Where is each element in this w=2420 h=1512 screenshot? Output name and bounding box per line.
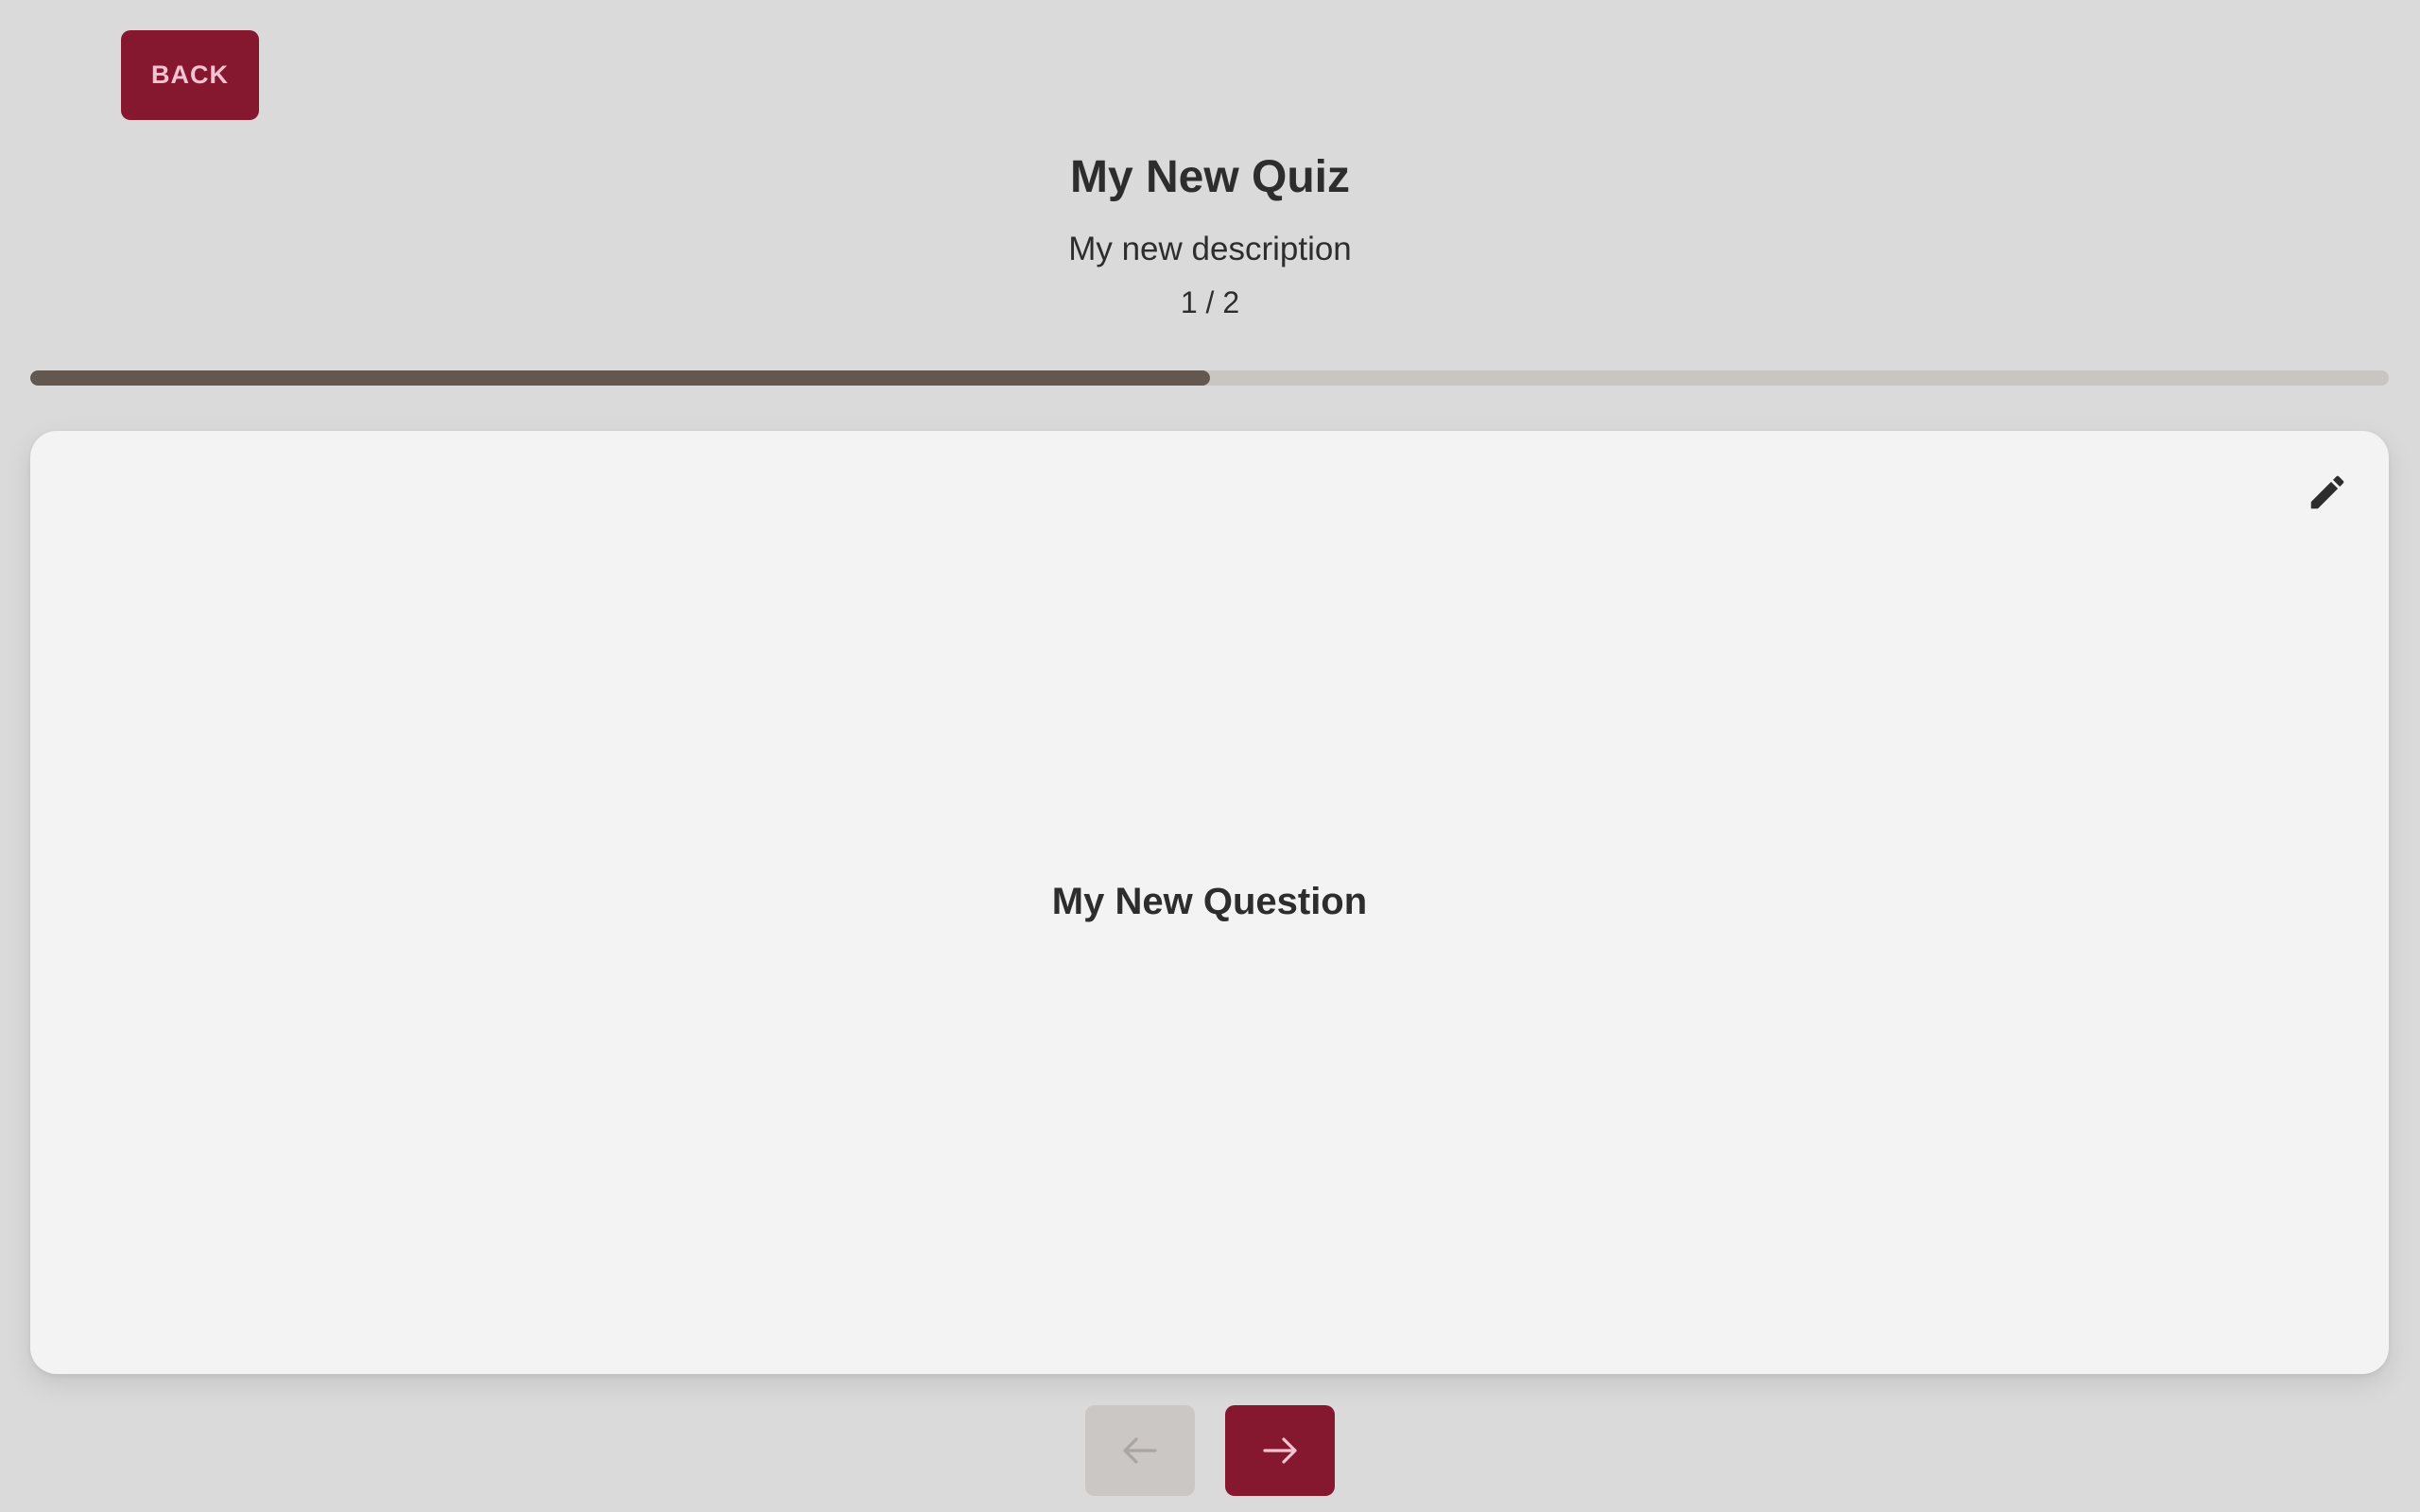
quiz-description: My new description xyxy=(1068,231,1352,267)
progress-bar xyxy=(30,370,2389,386)
question-text: My New Question xyxy=(1051,881,1368,922)
question-counter: 1 / 2 xyxy=(1180,285,1240,319)
arrow-left-icon xyxy=(1123,1437,1157,1464)
pencil-icon xyxy=(2310,475,2344,509)
previous-question-button[interactable] xyxy=(1085,1405,1195,1496)
arrow-right-icon xyxy=(1263,1437,1297,1464)
quiz-page: BACK My New Quiz My new description 1 / … xyxy=(0,0,2420,1512)
progress-bar-fill xyxy=(30,370,1210,386)
quiz-title: My New Quiz xyxy=(1069,152,1351,202)
edit-question-button[interactable] xyxy=(2294,459,2360,525)
question-navigation xyxy=(0,1405,2420,1496)
back-button[interactable]: BACK xyxy=(121,30,259,120)
next-question-button[interactable] xyxy=(1225,1405,1335,1496)
question-card[interactable]: My New Question xyxy=(30,431,2389,1374)
